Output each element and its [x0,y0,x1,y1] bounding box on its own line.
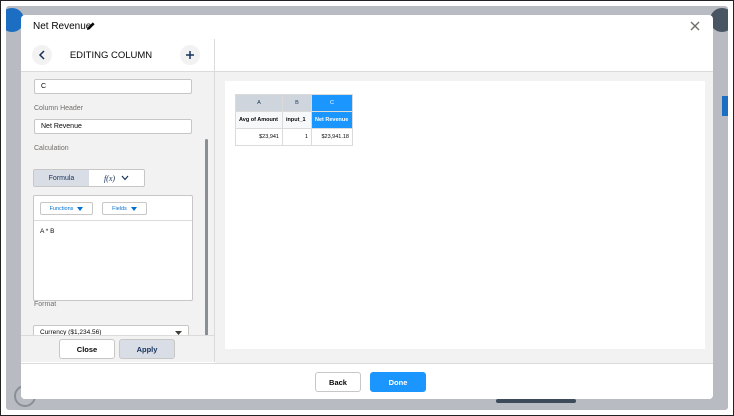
fields-dropdown[interactable]: Fields [102,202,147,215]
fx-icon: f(x) [103,173,116,183]
editing-column-panel: EDITING COLUMN C Column Header Net Reven… [21,39,215,349]
chevron-left-icon [38,50,45,60]
caret-down-icon [130,206,137,211]
table-cell: 1 [282,128,312,146]
preview-pane: A B C Avg of Amount input_1 Net Revenue … [215,39,713,363]
preview-table: A B C Avg of Amount input_1 Net Revenue … [235,94,353,146]
column-letter-row: A B C [235,94,353,112]
function-picker[interactable]: f(x) [89,170,144,186]
caret-down-icon [77,206,84,211]
background-scrollbar [496,399,576,403]
chevron-down-icon [121,175,129,181]
table-cell: $23,941 [235,128,283,146]
column-header-cell[interactable]: Avg of Amount [235,111,283,129]
close-button[interactable]: Close [59,339,115,359]
column-header-cell[interactable]: Net Revenue [311,111,353,129]
column-header-input[interactable]: Net Revenue [34,119,192,134]
panel-footer: Close Apply [21,335,215,362]
column-letter[interactable]: C [311,94,353,112]
formula-editor[interactable]: Functions Fields A * B [33,195,193,301]
functions-dropdown[interactable]: Functions [40,202,93,215]
back-icon-button[interactable] [32,45,52,65]
done-button[interactable]: Done [370,372,426,392]
table-cell: $23,941.18 [311,128,353,146]
preview-header [215,39,713,72]
modal-header: Net Revenue [21,15,713,39]
apply-button[interactable]: Apply [119,339,175,359]
formula-text[interactable]: A * B [40,228,54,235]
modal-title: Net Revenue [33,21,92,32]
plus-icon [186,51,194,59]
column-letter[interactable]: B [282,94,312,112]
column-header-cell[interactable]: input_1 [282,111,312,129]
screenshot-frame: Net Revenue EDITING COLUMN C Column Head… [0,0,734,416]
add-column-button[interactable] [180,45,200,65]
previous-field[interactable]: C [34,79,192,94]
panel-scrollbar[interactable] [205,139,208,349]
format-label: Format [34,301,57,308]
table-row: $23,941 1 $23,941.18 [235,128,353,146]
column-letter[interactable]: A [235,94,283,112]
formula-toolbar: Functions Fields [34,196,192,221]
modal-footer: Back Done [21,363,713,399]
panel-header: EDITING COLUMN [21,39,214,72]
panel-title: EDITING COLUMN [69,50,153,61]
background-accent [722,96,728,116]
column-header-label: Column Header [34,105,84,112]
calculation-label: Calculation [34,145,69,152]
header-row: Avg of Amount input_1 Net Revenue [235,111,353,129]
functions-label: Functions [49,205,74,212]
preview-canvas: A B C Avg of Amount input_1 Net Revenue … [225,81,705,349]
edit-column-modal: Net Revenue EDITING COLUMN C Column Head… [21,15,713,399]
formula-tab[interactable]: Formula [34,170,89,186]
pencil-icon[interactable] [86,21,96,31]
fields-label: Fields [112,205,127,212]
close-icon[interactable] [689,20,701,32]
back-button[interactable]: Back [315,372,361,392]
calculation-mode-toggle: Formula f(x) [33,169,145,187]
